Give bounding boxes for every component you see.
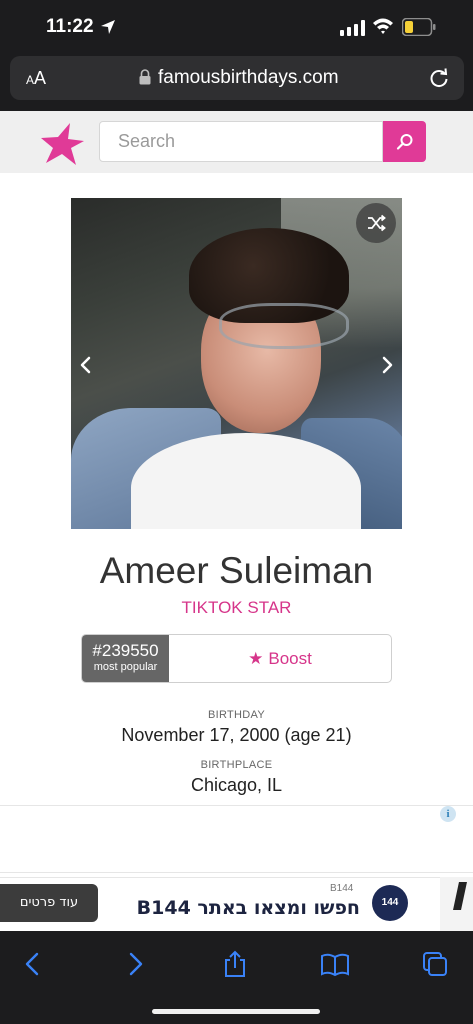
next-photo-arrow-icon[interactable] [370, 345, 402, 385]
status-bar: 11:22 [0, 0, 473, 56]
boost-button[interactable]: ★ Boost [169, 635, 391, 682]
url-text[interactable]: famousbirthdays.com [158, 67, 339, 89]
popularity-rank: #239550 most popular [82, 635, 169, 682]
forward-icon[interactable] [120, 949, 150, 979]
ad-slot [0, 805, 473, 873]
share-icon[interactable] [220, 949, 250, 979]
ad-logo: 144 [372, 885, 408, 921]
location-arrow-icon [101, 20, 115, 34]
screen: 11:22 AA famousbirthdays.com Search Amee… [0, 0, 473, 1024]
browser-top-chrome: 11:22 AA famousbirthdays.com [0, 0, 473, 111]
reload-icon[interactable] [428, 67, 450, 89]
ad-cta-button[interactable]: עוד פרטים [0, 884, 98, 922]
search-icon [396, 134, 413, 150]
star-icon: ★ [248, 649, 264, 668]
lock-icon [139, 69, 151, 85]
photo-glasses [219, 303, 349, 349]
search-input[interactable] [100, 122, 382, 161]
rank-number: #239550 [92, 641, 159, 660]
profile-photo [71, 198, 402, 529]
battery-icon [402, 18, 436, 36]
birthday-label: BIRTHDAY [207, 709, 265, 721]
search-button[interactable] [383, 121, 426, 162]
popularity-rank-box: #239550 most popular ★ Boost [81, 634, 392, 683]
celebrity-name: Ameer Suleiman [99, 550, 374, 591]
shuffle-icon [368, 214, 386, 232]
shuffle-button[interactable] [356, 203, 396, 243]
celebrity-occupation-link[interactable]: TIKTOK STAR [0, 598, 473, 618]
famous-birthdays-logo-star[interactable] [40, 121, 86, 167]
bookmarks-icon[interactable] [320, 949, 350, 979]
home-indicator[interactable] [152, 1009, 320, 1014]
ad-brand-label: B144 [330, 883, 354, 894]
previous-photo-arrow-icon[interactable] [71, 345, 103, 385]
birthplace-value[interactable]: Chicago, IL [0, 775, 473, 796]
wifi-icon [373, 18, 393, 34]
ad-headline[interactable]: חפשו ומצאו באתר B144 [120, 897, 360, 919]
back-icon[interactable] [18, 949, 48, 979]
ad-info-icon[interactable]: i [440, 806, 456, 822]
address-bar[interactable]: AA famousbirthdays.com [10, 56, 464, 100]
site-header [0, 111, 473, 173]
search-box[interactable] [99, 121, 383, 162]
cellular-signal-icon [340, 20, 365, 36]
birthplace-label: BIRTHPLACE [200, 759, 273, 771]
boost-label: Boost [268, 649, 312, 668]
birthday-value[interactable]: November 17, 2000 (age 21) [0, 725, 473, 746]
rank-label: most popular [93, 661, 158, 673]
status-time: 11:22 [46, 16, 94, 37]
text-size-button[interactable]: AA [26, 68, 46, 89]
tabs-icon[interactable] [420, 949, 450, 979]
